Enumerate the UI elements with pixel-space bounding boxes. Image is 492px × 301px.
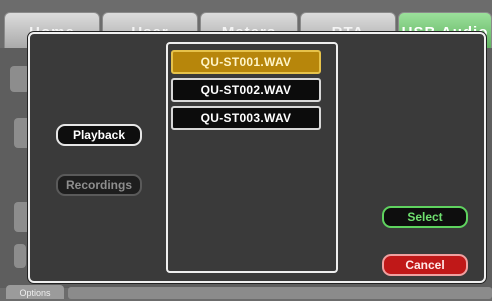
file-list: QU-ST001.WAV QU-ST002.WAV QU-ST003.WAV [166,42,338,273]
file-item[interactable]: QU-ST002.WAV [171,78,321,102]
bottom-bar [68,287,492,299]
recordings-button[interactable]: Recordings [56,174,142,196]
background-control [10,66,30,92]
file-item[interactable]: QU-ST001.WAV [171,50,321,74]
file-select-dialog: Playback Recordings QU-ST001.WAV QU-ST00… [28,32,486,283]
file-item[interactable]: QU-ST003.WAV [171,106,321,130]
background-control [14,244,26,268]
playback-button[interactable]: Playback [56,124,142,146]
cancel-button[interactable]: Cancel [382,254,468,276]
select-button[interactable]: Select [382,206,468,228]
options-tab[interactable]: Options [6,285,64,299]
